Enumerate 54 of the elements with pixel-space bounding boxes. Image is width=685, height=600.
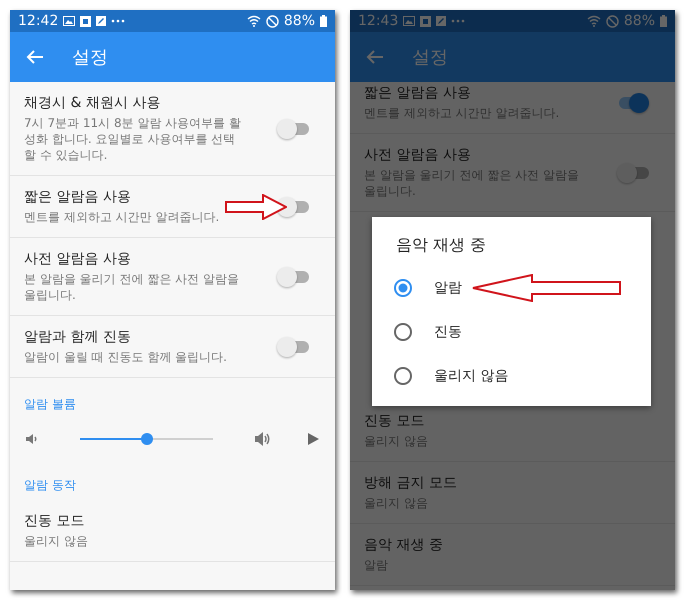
setting-description: 본 알람을 울리기 전에 짧은 사전 알람을 울립니다. xyxy=(24,271,240,303)
radio-option[interactable]: 진동 xyxy=(434,323,462,341)
toggle-switch[interactable] xyxy=(617,92,649,114)
setting-title: 진동 모드 xyxy=(364,412,424,430)
app-icon xyxy=(80,16,92,26)
play-icon[interactable] xyxy=(305,431,321,447)
radio-button[interactable] xyxy=(394,367,412,385)
setting-description: 7시 7분과 11시 8분 알람 사용여부를 활성화 합니다. 요일별로 사용여부를 선택할 수 있습니다. xyxy=(24,115,242,163)
back-icon[interactable] xyxy=(26,48,44,66)
edit-icon xyxy=(436,16,446,26)
edit-icon xyxy=(96,16,106,26)
setting-title: 짧은 알람음 사용 xyxy=(24,188,131,206)
setting-title: 알람과 함께 진동 xyxy=(24,328,131,346)
setting-title: 사전 알람음 사용 xyxy=(24,250,131,268)
app-title: 설정 xyxy=(412,46,448,69)
toggle-switch[interactable] xyxy=(617,162,649,184)
status-time: 12:43 xyxy=(358,13,398,29)
setting-title: 짧은 알람음 사용 xyxy=(364,84,471,102)
toggle-switch[interactable] xyxy=(277,336,309,358)
wifi-icon xyxy=(586,15,601,27)
toggle-switch[interactable] xyxy=(277,266,309,288)
blocked-icon xyxy=(266,14,279,28)
blocked-icon xyxy=(606,14,619,28)
app-title: 설정 xyxy=(72,46,108,69)
radio-option[interactable]: 알람 xyxy=(434,279,462,297)
radio-option[interactable]: 울리지 않음 xyxy=(434,367,508,385)
toggle-switch[interactable] xyxy=(277,118,309,140)
dialog-title: 음악 재생 중 xyxy=(395,235,488,256)
annotation-arrow xyxy=(225,194,287,220)
image-icon xyxy=(63,16,76,26)
setting-description: 멘트를 제외하고 시간만 알려줍니다. xyxy=(24,209,220,225)
radio-button[interactable] xyxy=(394,323,412,341)
image-icon xyxy=(403,16,416,26)
radio-button[interactable] xyxy=(394,279,412,297)
battery-icon xyxy=(660,15,667,27)
setting-title: 사전 알람음 사용 xyxy=(364,146,471,164)
wifi-icon xyxy=(246,15,261,27)
back-icon[interactable] xyxy=(366,48,384,66)
settings-item[interactable]: 진동 모드 울리지 않음 xyxy=(10,500,335,562)
more-icon xyxy=(111,19,126,23)
section-header: 알람 볼륨 xyxy=(24,397,76,411)
setting-title: 음악 재생 중 xyxy=(364,536,443,554)
status-time: 12:42 xyxy=(18,13,58,29)
setting-title: 진동 모드 xyxy=(24,512,84,530)
more-icon xyxy=(451,19,466,23)
app-icon xyxy=(420,16,432,26)
setting-description: 알람이 울릴 때 진동도 함께 울립니다. xyxy=(24,349,227,365)
battery-icon xyxy=(320,15,327,27)
section-header: 알람 동작 xyxy=(24,478,76,492)
setting-value: 울리지 않음 xyxy=(24,533,88,549)
battery-percent: 88% xyxy=(284,13,315,29)
setting-title: 방해 금지 모드 xyxy=(364,474,457,492)
battery-percent: 88% xyxy=(624,13,655,29)
setting-title: 채경시 & 채원시 사용 xyxy=(24,94,160,112)
